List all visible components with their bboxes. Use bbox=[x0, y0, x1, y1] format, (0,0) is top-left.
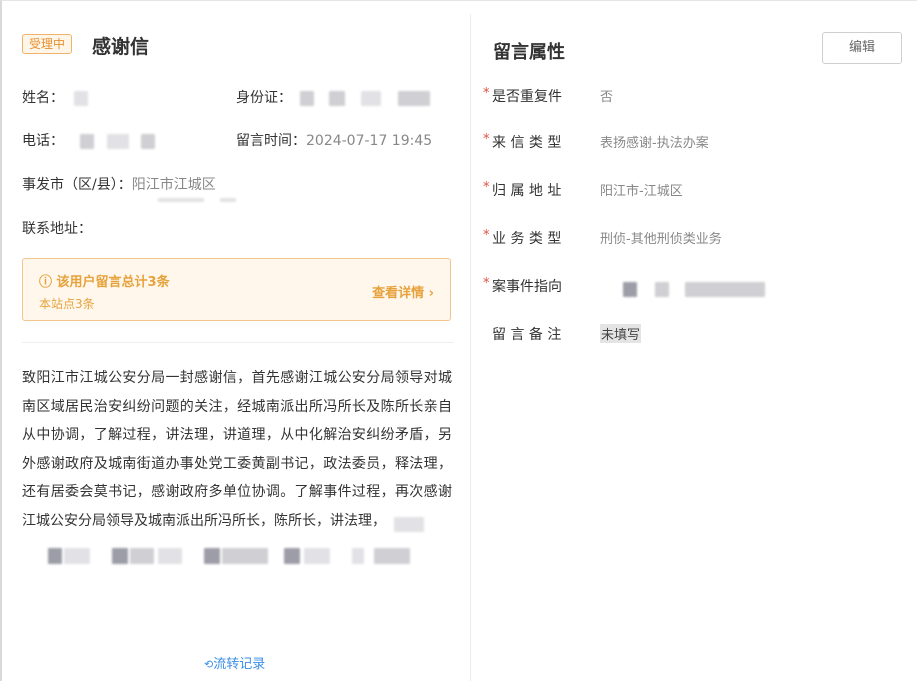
redacted-block bbox=[64, 548, 90, 564]
redacted-district-extra-2 bbox=[220, 198, 236, 202]
redacted-block bbox=[284, 548, 300, 564]
redacted-block bbox=[112, 548, 128, 564]
message-attributes-panel: 留言属性 编辑 * 是否重复件 否 * 来 信 类 型 表扬感谢-执法办案 * … bbox=[471, 0, 917, 681]
redacted-block bbox=[204, 548, 220, 564]
view-details-link[interactable]: 查看详情 › bbox=[372, 282, 434, 301]
attr-label: 业 务 类 型 bbox=[492, 231, 562, 247]
redacted-content-tail bbox=[394, 517, 424, 532]
redacted-id-1 bbox=[300, 90, 315, 106]
message-count-notice: ⓘ 该用户留言总计3条 本站点3条 查看详情 › bbox=[22, 258, 451, 321]
attr-label: 来 信 类 型 bbox=[492, 135, 562, 151]
history-record-label: 流转记录 bbox=[213, 657, 266, 672]
notice-subtitle: 本站点3条 bbox=[39, 297, 95, 311]
name-field: 姓名： bbox=[22, 87, 89, 107]
redacted-id-4 bbox=[397, 90, 430, 106]
attr-row-address: * 归 属 地 址 阳江市-江城区 bbox=[483, 180, 903, 200]
attr-row-duplicate: * 是否重复件 否 bbox=[483, 86, 903, 106]
redacted-case-3 bbox=[685, 282, 765, 297]
redacted-block bbox=[374, 548, 410, 564]
redacted-phone-3 bbox=[141, 133, 156, 149]
required-mark: * bbox=[483, 132, 490, 147]
attr-row-remark: 留 言 备 注 未填写 bbox=[483, 324, 903, 344]
attr-row-letter-type: * 来 信 类 型 表扬感谢-执法办案 bbox=[483, 132, 903, 152]
attr-row-business-type: * 业 务 类 型 刑侦-其他刑侦类业务 bbox=[483, 228, 903, 248]
attr-value: 表扬感谢-执法办案 bbox=[600, 136, 709, 151]
redacted-id-2 bbox=[328, 90, 345, 106]
redacted-name bbox=[74, 90, 89, 106]
name-label: 姓名： bbox=[22, 90, 64, 106]
time-field: 留言时间：2024-07-17 19:45 bbox=[236, 130, 432, 150]
redacted-block bbox=[222, 548, 268, 564]
redacted-id-3 bbox=[361, 90, 382, 106]
history-record-link[interactable]: ⟲流转记录 bbox=[204, 653, 265, 672]
message-detail-panel: 受理中 感谢信 姓名： 身份证： 电话： 留言时间：2024-07-17 19:… bbox=[2, 0, 470, 681]
redacted-district-extra bbox=[158, 198, 204, 202]
redacted-phone-2 bbox=[106, 133, 129, 149]
required-mark: * bbox=[483, 86, 490, 101]
address-field: 联系地址： bbox=[22, 218, 92, 238]
notice-title: ⓘ 该用户留言总计3条 bbox=[39, 275, 170, 290]
edit-button[interactable]: 编辑 bbox=[822, 32, 902, 64]
attr-value: 阳江市-江城区 bbox=[600, 184, 683, 199]
address-label: 联系地址： bbox=[22, 221, 92, 237]
redacted-case-2 bbox=[655, 282, 669, 297]
time-label: 留言时间： bbox=[236, 133, 306, 149]
attr-label: 案事件指向 bbox=[492, 279, 562, 295]
required-mark: * bbox=[483, 180, 490, 195]
district-field: 事发市（区/县）：阳江市江城区 bbox=[22, 174, 216, 194]
attr-label: 是否重复件 bbox=[492, 89, 562, 105]
district-label: 事发市（区/县）： bbox=[22, 177, 132, 193]
redacted-phone-1 bbox=[80, 133, 95, 149]
attr-value: 否 bbox=[600, 90, 614, 105]
attr-label: 留 言 备 注 bbox=[492, 327, 562, 343]
attr-value: 刑侦-其他刑侦类业务 bbox=[600, 232, 722, 247]
status-badge: 受理中 bbox=[22, 34, 73, 54]
district-value: 阳江市江城区 bbox=[131, 177, 216, 193]
attributes-title: 留言属性 bbox=[493, 42, 565, 63]
flow-icon: ⟲ bbox=[204, 658, 214, 671]
redacted-block bbox=[48, 548, 62, 564]
required-mark: * bbox=[483, 276, 490, 291]
id-field: 身份证： bbox=[236, 87, 430, 107]
page-title: 感谢信 bbox=[92, 36, 150, 58]
time-value: 2024-07-17 19:45 bbox=[306, 133, 433, 149]
required-mark: * bbox=[483, 228, 490, 243]
phone-label: 电话： bbox=[22, 133, 64, 149]
attr-row-case-target: * 案事件指向 bbox=[483, 276, 903, 297]
redacted-block bbox=[158, 548, 182, 564]
phone-field: 电话： bbox=[22, 130, 156, 150]
redacted-block bbox=[130, 548, 154, 564]
message-content: 致阳江市江城公安分局一封感谢信，首先感谢江城公安分局领导对城南区域居民治安纠纷问… bbox=[22, 370, 452, 529]
redacted-block bbox=[304, 548, 330, 564]
attr-value: 未填写 bbox=[600, 324, 642, 343]
redacted-block bbox=[352, 548, 364, 564]
section-divider bbox=[22, 342, 454, 343]
redacted-case-1 bbox=[623, 282, 637, 297]
attr-label: 归 属 地 址 bbox=[492, 183, 562, 199]
id-label: 身份证： bbox=[236, 90, 292, 106]
